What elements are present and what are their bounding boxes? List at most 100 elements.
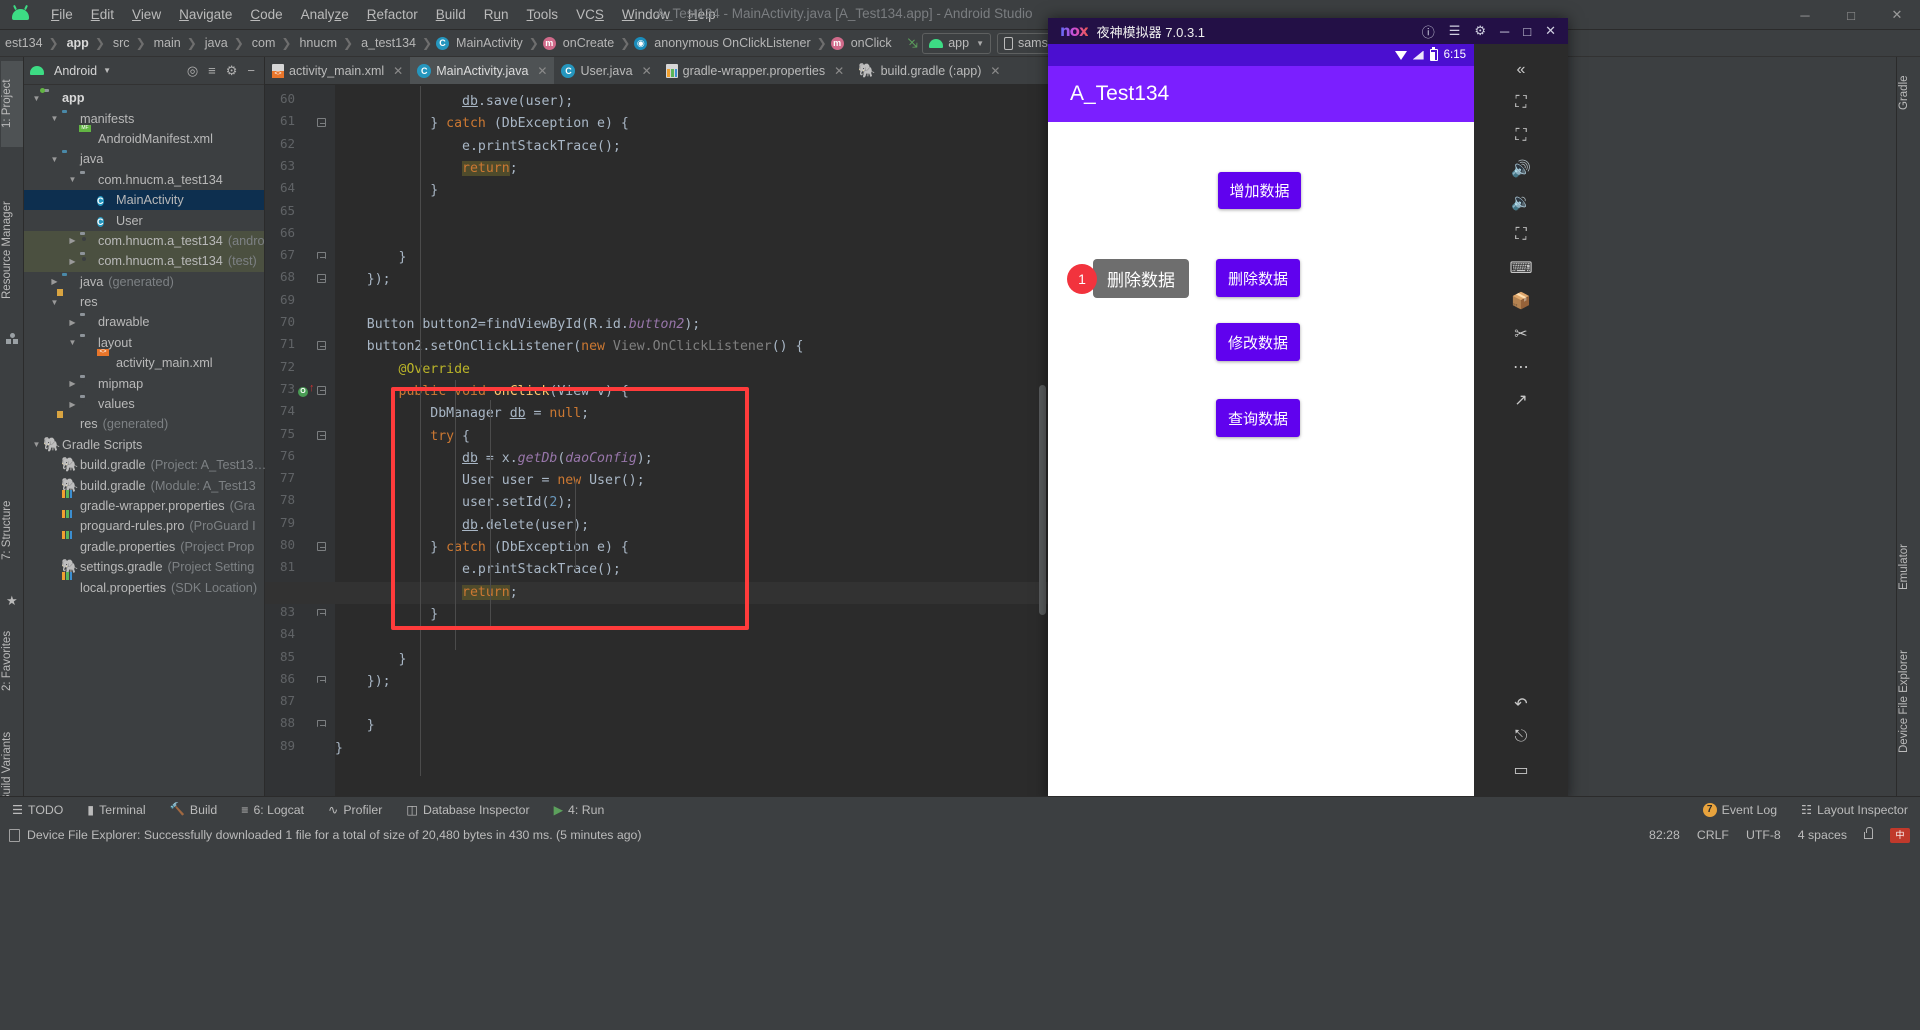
code-fold-marker[interactable] bbox=[317, 274, 328, 285]
tree-expand-arrow[interactable]: ▼ bbox=[30, 440, 43, 449]
editor-tab-close-icon[interactable]: ✕ bbox=[834, 64, 844, 78]
more-icon[interactable]: ⋯ bbox=[1500, 351, 1542, 383]
menu-edit[interactable]: Edit bbox=[82, 4, 123, 25]
tree-item-build-gradle[interactable]: 🐘 build.gradle (Project: A_Test13… bbox=[24, 455, 266, 475]
tree-expand-arrow[interactable]: ▶ bbox=[48, 277, 61, 286]
modify-data-button[interactable]: 修改数据 bbox=[1216, 323, 1300, 361]
menu-refactor[interactable]: Refactor bbox=[358, 4, 427, 25]
settings-gear-icon[interactable]: ⚙ bbox=[1474, 23, 1486, 39]
code-fold-marker[interactable] bbox=[317, 341, 328, 352]
menu-analyze[interactable]: Analyze bbox=[292, 4, 358, 25]
sidebar-item-emulator[interactable]: Emulator bbox=[1898, 527, 1920, 607]
breadcrumb-anonymous-listener[interactable]: ◉ anonymous OnClickListener ❯ bbox=[633, 36, 829, 50]
tree-item-gradle-properties[interactable]: gradle.properties (Project Prop bbox=[24, 537, 264, 557]
caret-position[interactable]: 82:28 bbox=[1649, 828, 1680, 842]
tree-item-com-hnucm-a-test134[interactable]: ▶ com.hnucm.a_test134 (test) bbox=[24, 251, 264, 272]
tree-expand-arrow[interactable]: ▼ bbox=[30, 94, 43, 103]
chevron-down-icon[interactable]: ▼ bbox=[103, 66, 111, 75]
keyboard-icon[interactable]: ⌨ bbox=[1500, 252, 1542, 284]
breadcrumb-main[interactable]: main ❯ bbox=[149, 36, 200, 50]
collapse-icon[interactable]: « bbox=[1500, 54, 1542, 86]
breadcrumb-mainactivity[interactable]: C MainActivity ❯ bbox=[435, 36, 542, 50]
menu-icon[interactable]: ☰ bbox=[1449, 23, 1461, 39]
apk-install-icon[interactable]: 📦 bbox=[1500, 285, 1542, 317]
tree-item-mainactivity[interactable]: C MainActivity bbox=[24, 189, 264, 211]
screenshot-icon[interactable]: ⛶ bbox=[1500, 120, 1542, 152]
menu-code[interactable]: Code bbox=[241, 4, 291, 25]
sidebar-item-gradle[interactable]: Gradle bbox=[1898, 63, 1920, 123]
tree-expand-arrow[interactable]: ▼ bbox=[66, 338, 79, 347]
indent-setting[interactable]: 4 spaces bbox=[1798, 828, 1847, 842]
window-maximize-button[interactable]: □ bbox=[1828, 0, 1874, 30]
sidebar-item-device-file-explorer[interactable]: Device File Explorer bbox=[1898, 627, 1920, 777]
code-fold-marker[interactable] bbox=[317, 608, 328, 620]
line-separator[interactable]: CRLF bbox=[1697, 828, 1729, 842]
menu-tools[interactable]: Tools bbox=[518, 4, 568, 25]
editor-tab-close-icon[interactable]: ✕ bbox=[537, 64, 547, 78]
add-data-button[interactable]: 增加数据 bbox=[1218, 172, 1301, 209]
tool-terminal[interactable]: ▮ Terminal bbox=[75, 803, 157, 817]
tool-profiler[interactable]: ∿ Profiler bbox=[316, 803, 394, 817]
delete-data-button[interactable]: 删除数据 bbox=[1216, 259, 1300, 297]
editor-tab-activity-main-xml[interactable]: activity_main.xml ✕ bbox=[265, 57, 410, 84]
window-minimize-button[interactable]: ─ bbox=[1782, 0, 1828, 30]
breadcrumb-app[interactable]: app ❯ bbox=[62, 36, 108, 50]
tree-item-gradle-wrapper-properties[interactable]: gradle-wrapper.properties (Gra bbox=[24, 496, 264, 516]
hammer-icon[interactable]: ⤈ bbox=[903, 33, 922, 52]
sidebar-item-project[interactable]: 1: Project bbox=[1, 61, 23, 147]
tree-item-gradle-scripts[interactable]: ▼ 🐘 Gradle Scripts bbox=[24, 435, 264, 455]
project-tree[interactable]: ▼ app ▼ manifests AndroidManifest.xml ▼ java ▼ c… bbox=[24, 85, 266, 598]
sidebar-item-resource-manager[interactable]: Resource Manager bbox=[1, 175, 23, 325]
tree-expand-arrow[interactable]: ▶ bbox=[66, 400, 79, 409]
tree-expand-arrow[interactable]: ▼ bbox=[48, 155, 61, 164]
tree-item-settings-gradle[interactable]: 🐘 settings.gradle (Project Setting bbox=[24, 557, 264, 577]
tree-expand-arrow[interactable]: ▶ bbox=[66, 379, 79, 388]
editor-tab-close-icon[interactable]: ✕ bbox=[393, 64, 403, 78]
editor-gutter[interactable]: 60 61 62 63 64 65 66 67 68 69 70 71 72 73 74 75 76 77 78 79… bbox=[265, 85, 335, 796]
share-icon[interactable]: ↗ bbox=[1500, 384, 1542, 416]
tree-item-androidmanifest-xml[interactable]: AndroidManifest.xml bbox=[24, 129, 264, 149]
volume-down-icon[interactable]: 🔉 bbox=[1500, 186, 1542, 218]
tree-item-app[interactable]: ▼ app bbox=[24, 88, 264, 108]
run-configuration-selector[interactable]: app ▼ bbox=[922, 32, 991, 54]
override-gutter-icon[interactable]: O bbox=[298, 386, 308, 397]
breadcrumb-a-test134[interactable]: a_test134 ❯ bbox=[356, 36, 435, 50]
editor-tab-build-gradle-app[interactable]: 🐘 build.gradle (:app) ✕ bbox=[851, 57, 1007, 84]
emulator-screen[interactable]: 6:15 A_Test134 增加数据 删除数据 修改数据 查询数据 1 删除数… bbox=[1048, 44, 1474, 800]
tree-expand-arrow[interactable]: ▶ bbox=[66, 236, 79, 245]
tree-item-res[interactable]: res (generated) bbox=[24, 414, 264, 434]
query-data-button[interactable]: 查询数据 bbox=[1216, 399, 1300, 437]
menu-view[interactable]: View bbox=[123, 4, 170, 25]
back-icon[interactable]: ↶ bbox=[1500, 688, 1542, 720]
tree-expand-arrow[interactable]: ▼ bbox=[48, 114, 61, 123]
ime-indicator[interactable]: 中 bbox=[1890, 827, 1910, 843]
tool-run[interactable]: ▶ 4: Run bbox=[542, 803, 617, 817]
tree-item-local-properties[interactable]: local.properties (SDK Location) bbox=[24, 577, 264, 597]
tree-item-com-hnucm-a-test134[interactable]: ▼ com.hnucm.a_test134 bbox=[24, 170, 264, 190]
collapse-all-icon[interactable]: ≡ bbox=[208, 63, 216, 78]
rotate-icon[interactable]: ⛶ bbox=[1500, 219, 1542, 251]
menu-navigate[interactable]: Navigate bbox=[170, 4, 241, 25]
code-fold-marker[interactable] bbox=[317, 118, 328, 129]
tree-item-proguard-rules-pro[interactable]: proguard-rules.pro (ProGuard I bbox=[24, 516, 264, 536]
scissors-icon[interactable]: ✂ bbox=[1500, 318, 1542, 350]
breadcrumb-project[interactable]: est134 ❯ bbox=[0, 36, 62, 50]
lock-icon[interactable] bbox=[1864, 826, 1873, 839]
tree-item-build-gradle[interactable]: 🐘 build.gradle (Module: A_Test13 bbox=[24, 475, 264, 495]
tree-expand-arrow[interactable]: ▼ bbox=[48, 298, 61, 307]
tree-item-drawable[interactable]: ▶ drawable bbox=[24, 312, 264, 332]
code-fold-marker[interactable] bbox=[317, 252, 328, 263]
editor-tab-gradle-wrapper-properties[interactable]: gradle-wrapper.properties ✕ bbox=[659, 57, 852, 84]
window-close-button[interactable]: ✕ bbox=[1874, 0, 1920, 30]
breadcrumb-onclick[interactable]: m onClick bbox=[830, 36, 897, 50]
tool-todo[interactable]: ☰ TODO bbox=[0, 803, 75, 817]
editor-tab-close-icon[interactable]: ✕ bbox=[990, 64, 1000, 78]
tree-item-user[interactable]: C User bbox=[24, 210, 264, 230]
tree-item-manifests[interactable]: ▼ manifests bbox=[24, 108, 264, 128]
close-icon[interactable]: ✕ bbox=[1545, 23, 1556, 39]
code-content[interactable]: db.save(user); } catch (DbException e) {… bbox=[335, 85, 1048, 796]
breadcrumb-oncreate[interactable]: m onCreate ❯ bbox=[542, 36, 634, 50]
code-fold-marker[interactable] bbox=[317, 675, 328, 687]
maximize-icon[interactable]: □ bbox=[1523, 24, 1531, 39]
recents-icon[interactable]: ▭ bbox=[1500, 754, 1542, 786]
